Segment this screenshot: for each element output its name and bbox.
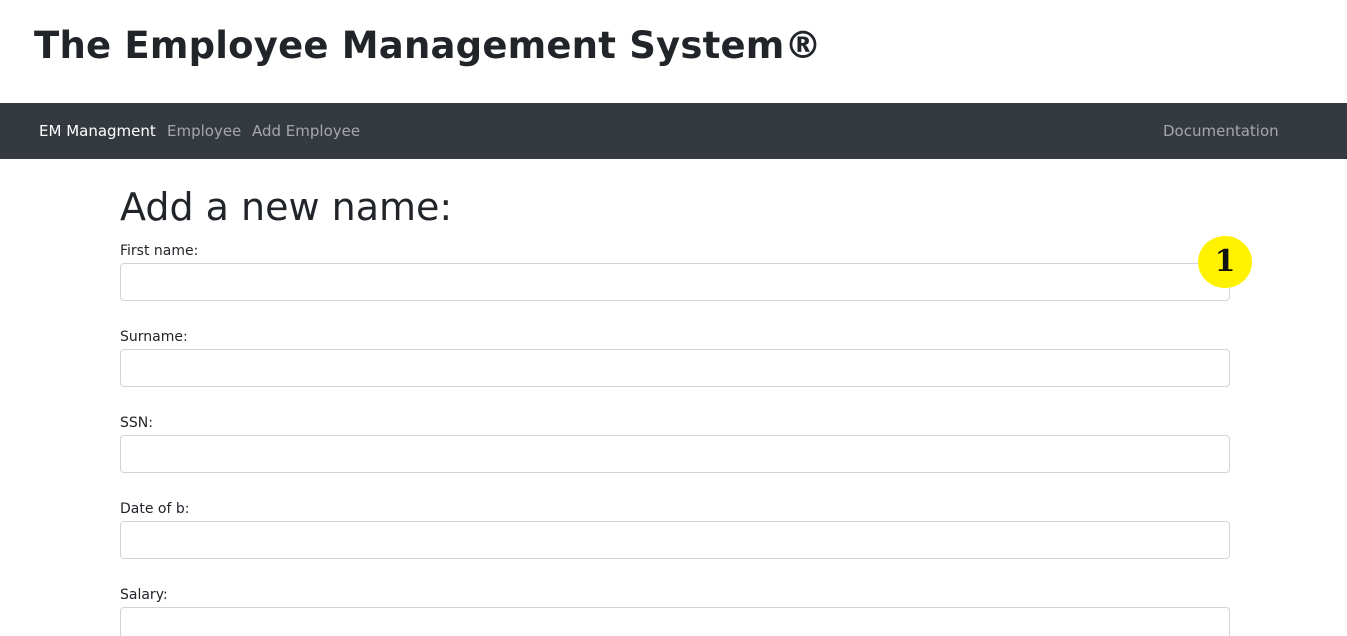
salary-label: Salary:: [120, 587, 168, 603]
surname-label: Surname:: [120, 329, 188, 345]
site-title: The Employee Management System®: [34, 24, 822, 67]
ssn-input[interactable]: [120, 435, 1230, 473]
ssn-label: SSN:: [120, 415, 153, 431]
date-of-birth-label: Date of b:: [120, 501, 190, 517]
date-of-birth-input[interactable]: [120, 521, 1230, 559]
nav-link-add-employee[interactable]: Add Employee: [252, 103, 360, 159]
nav-link-employee[interactable]: Employee: [167, 103, 241, 159]
first-name-label: First name:: [120, 243, 199, 259]
navbar-brand[interactable]: EM Managment: [39, 103, 156, 159]
site-header: The Employee Management System®: [0, 0, 1347, 103]
step-marker-badge: 1: [1198, 236, 1252, 288]
main-content: Add a new name: First name: Surname: SSN…: [0, 159, 1347, 636]
nav-link-documentation[interactable]: Documentation: [1163, 103, 1279, 159]
salary-input[interactable]: [120, 607, 1230, 636]
form-heading: Add a new name:: [120, 185, 453, 229]
first-name-input[interactable]: [120, 263, 1230, 301]
surname-input[interactable]: [120, 349, 1230, 387]
top-navbar: EM Managment Employee Add Employee Docum…: [0, 103, 1347, 159]
